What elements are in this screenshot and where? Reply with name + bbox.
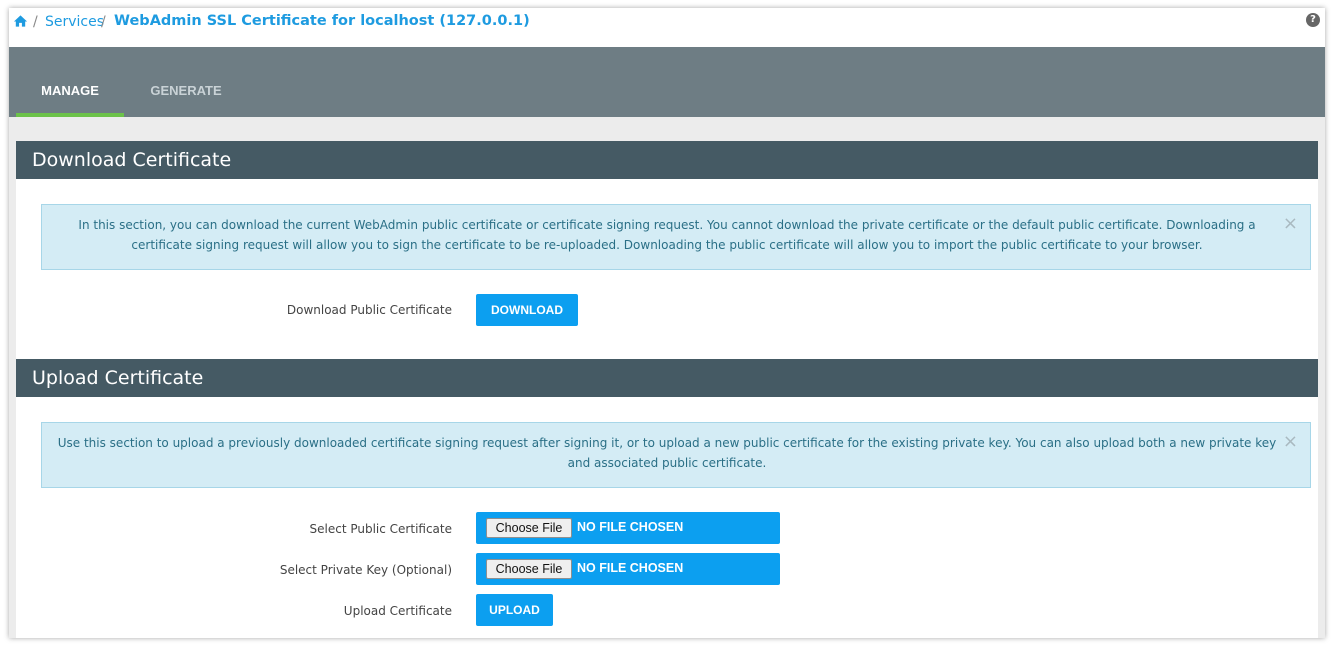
download-section-title: Download Certificate [16, 141, 1318, 179]
upload-info-text: Use this section to upload a previously … [57, 436, 1277, 470]
upload-info-alert: Use this section to upload a previously … [41, 422, 1311, 488]
private-key-file-input[interactable]: Choose File NO FILE CHOSEN [476, 553, 780, 585]
tab-bar: MANAGE GENERATE [9, 47, 1325, 117]
choose-file-button[interactable]: Choose File [486, 559, 572, 579]
app-window: / Services / WebAdmin SSL Certificate fo… [9, 8, 1325, 638]
download-info-text: In this section, you can download the cu… [78, 218, 1256, 252]
breadcrumb-separator: / [33, 14, 38, 30]
download-info-alert: In this section, you can download the cu… [41, 204, 1311, 270]
choose-file-button[interactable]: Choose File [486, 518, 572, 538]
download-section-body: In this section, you can download the cu… [16, 179, 1318, 359]
home-icon[interactable] [13, 14, 28, 28]
download-public-cert-label: Download Public Certificate [286, 303, 452, 317]
file-status-text: NO FILE CHOSEN [577, 520, 684, 534]
upload-section-title: Upload Certificate [16, 359, 1318, 397]
close-icon[interactable]: × [1283, 433, 1298, 451]
select-private-key-label: Select Private Key (Optional) [279, 563, 452, 577]
page-title: WebAdmin SSL Certificate for localhost (… [114, 13, 530, 29]
tab-generate[interactable]: GENERATE [124, 47, 248, 117]
main-content: Download Certificate In this section, yo… [9, 117, 1325, 638]
breadcrumb: / Services / WebAdmin SSL Certificate fo… [9, 8, 1325, 47]
file-status-text: NO FILE CHOSEN [577, 561, 684, 575]
upload-button[interactable]: UPLOAD [476, 594, 553, 626]
select-public-cert-label: Select Public Certificate [309, 522, 453, 536]
download-button[interactable]: DOWNLOAD [476, 294, 578, 326]
close-icon[interactable]: × [1283, 215, 1298, 233]
breadcrumb-services-link[interactable]: Services [45, 14, 104, 30]
help-icon[interactable]: ? [1306, 13, 1320, 27]
tab-manage[interactable]: MANAGE [16, 47, 124, 117]
upload-certificate-label: Upload Certificate [343, 604, 452, 618]
upload-section-body: Use this section to upload a previously … [16, 397, 1318, 638]
public-cert-file-input[interactable]: Choose File NO FILE CHOSEN [476, 512, 780, 544]
breadcrumb-separator: / [101, 14, 106, 30]
